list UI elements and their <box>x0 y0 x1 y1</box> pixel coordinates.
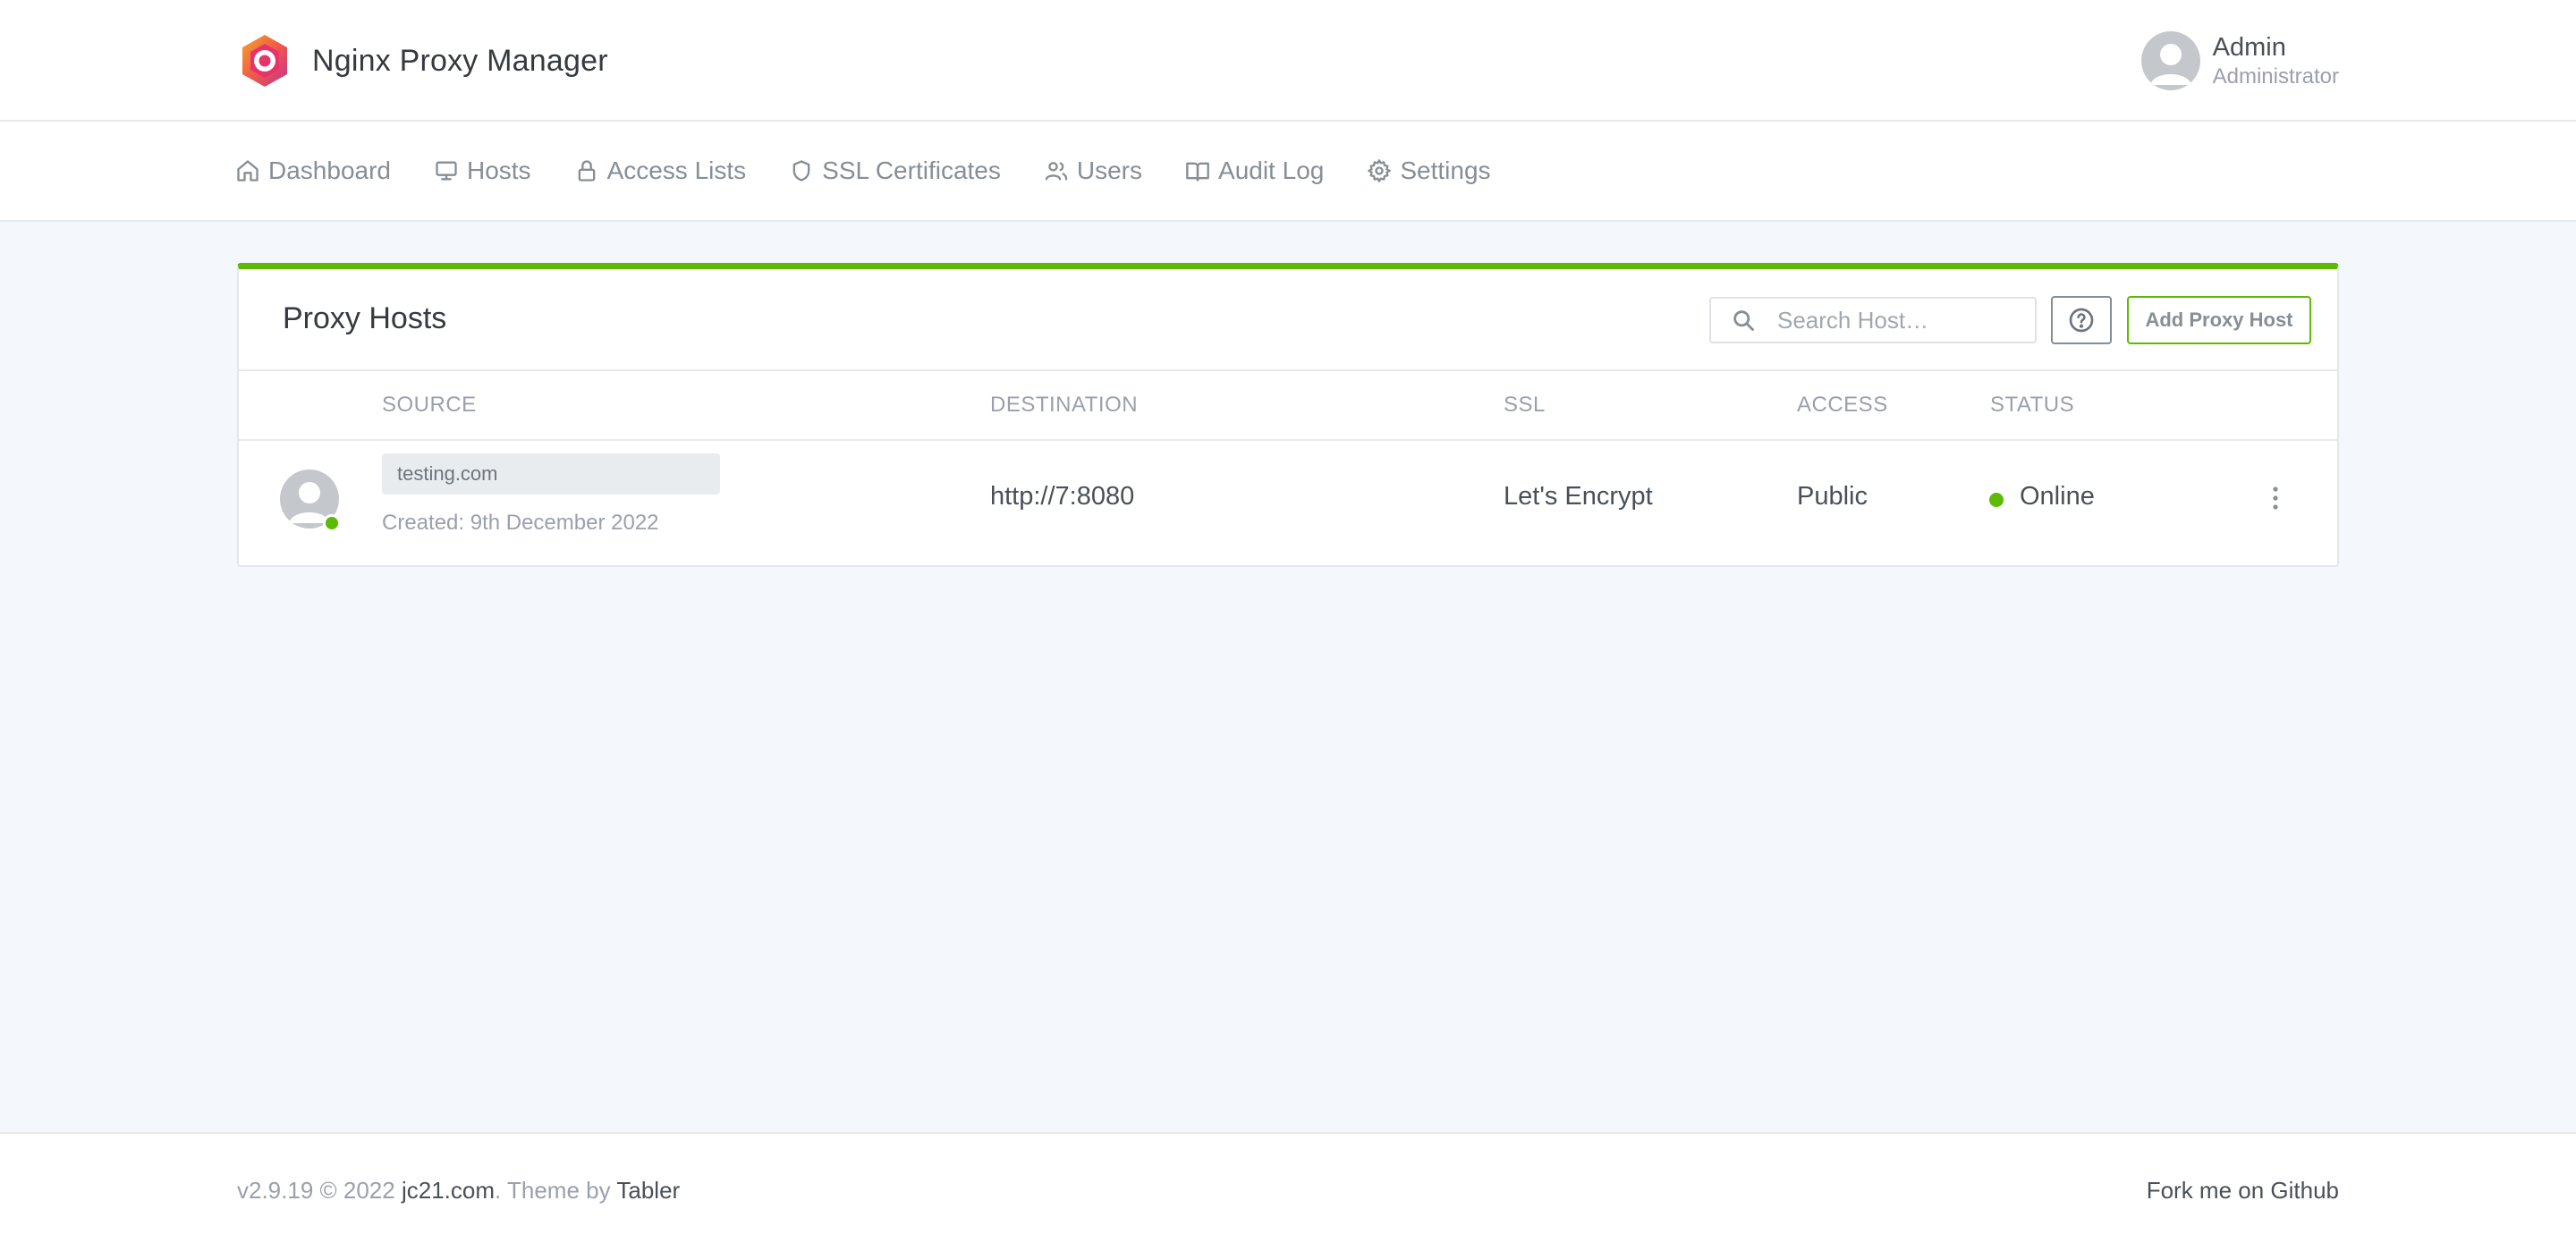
help-circle-icon <box>2069 308 2094 333</box>
user-menu[interactable]: Admin Administrator <box>2140 27 2339 95</box>
online-indicator <box>323 514 341 532</box>
column-header-status[interactable]: STATUS <box>1990 393 2074 418</box>
nginx-proxy-manager-logo-icon <box>242 35 287 87</box>
nav-item-settings[interactable]: Settings <box>1367 156 1491 185</box>
column-header-destination[interactable]: DESTINATION <box>990 393 1138 418</box>
brand-link[interactable]: Nginx Proxy Manager <box>237 32 608 89</box>
nav-item-audit-log[interactable]: Audit Log <box>1185 156 1324 185</box>
column-header-access[interactable]: ACCESS <box>1797 393 1888 418</box>
top-header: Nginx Proxy Manager Admin Administrator <box>0 0 2576 122</box>
destination-cell: http://7:8080 <box>990 482 1135 511</box>
nav-item-ssl-certificates[interactable]: SSL Certificates <box>789 156 1001 185</box>
nav-item-label: Audit Log <box>1218 156 1325 184</box>
home-icon <box>237 160 258 182</box>
avatar <box>2140 31 2200 90</box>
nav-item-label: Access Lists <box>606 156 747 184</box>
created-date: Created: 9th December 2022 <box>382 511 659 535</box>
footer-github: Fork me on Github <box>2147 1177 2339 1205</box>
add-proxy-host-button[interactable]: Add Proxy Host <box>2127 296 2311 344</box>
nav-item-label: Settings <box>1400 156 1491 184</box>
nav-item-hosts[interactable]: Hosts <box>434 156 531 185</box>
nav-item-label: SSL Certificates <box>822 156 1001 184</box>
access-cell: Public <box>1797 482 1868 511</box>
users-icon <box>1045 162 1068 181</box>
tabler-link[interactable]: Tabler <box>616 1177 680 1204</box>
ssl-cell: Let's Encrypt <box>1504 482 1653 511</box>
footer: v2.9.19 © 2022 jc21.com. Theme by Tabler… <box>0 1132 2576 1243</box>
nav-item-access-lists[interactable]: Access Lists <box>574 156 747 185</box>
settings-icon <box>1368 159 1392 182</box>
proxy-hosts-card: Proxy Hosts Add Proxy Host SOURCE DESTIN… <box>237 263 2339 567</box>
shield-icon <box>792 160 810 182</box>
monitor-icon <box>436 161 457 181</box>
app-title: Nginx Proxy Manager <box>312 43 608 78</box>
nav-item-label: Dashboard <box>268 156 391 184</box>
search-box[interactable] <box>1709 297 2037 343</box>
nav-item-dashboard[interactable]: Dashboard <box>235 156 391 185</box>
card-title: Proxy Hosts <box>283 301 447 335</box>
more-vertical-icon <box>2273 486 2278 510</box>
column-header-source[interactable]: SOURCE <box>382 393 477 418</box>
user-role: Administrator <box>2212 64 2339 89</box>
theme-text: . Theme by <box>495 1177 611 1204</box>
user-name: Admin <box>2212 33 2286 62</box>
lock-icon <box>578 160 595 182</box>
host-avatar <box>280 469 341 532</box>
version-text: v2.9.19 © 2022 <box>237 1177 395 1204</box>
card-header: Proxy Hosts Add Proxy Host <box>239 269 2337 371</box>
nav-item-label: Hosts <box>466 156 531 184</box>
user-avatar-icon <box>2149 44 2191 85</box>
github-link[interactable]: Fork me on Github <box>2147 1177 2339 1204</box>
main-nav: Dashboard Hosts Access Lists SSL Certifi… <box>0 122 2576 222</box>
book-open-icon <box>1186 162 1209 182</box>
jc21-link[interactable]: jc21.com <box>402 1177 495 1204</box>
help-button[interactable] <box>2051 296 2112 344</box>
nav-item-users[interactable]: Users <box>1044 156 1142 185</box>
row-actions-button[interactable] <box>2262 480 2289 516</box>
footer-credits: v2.9.19 © 2022 jc21.com. Theme by Tabler <box>237 1177 680 1205</box>
column-header-ssl[interactable]: SSL <box>1504 393 1546 418</box>
status-dot <box>1989 493 2004 507</box>
search-input[interactable] <box>1777 306 2028 334</box>
search-icon <box>1733 310 1754 331</box>
source-domain-tag[interactable]: testing.com <box>382 453 720 495</box>
table-header: SOURCE DESTINATION SSL ACCESS STATUS <box>239 371 2337 441</box>
nav-item-label: Users <box>1076 156 1143 184</box>
status-cell: Online <box>2020 482 2095 511</box>
